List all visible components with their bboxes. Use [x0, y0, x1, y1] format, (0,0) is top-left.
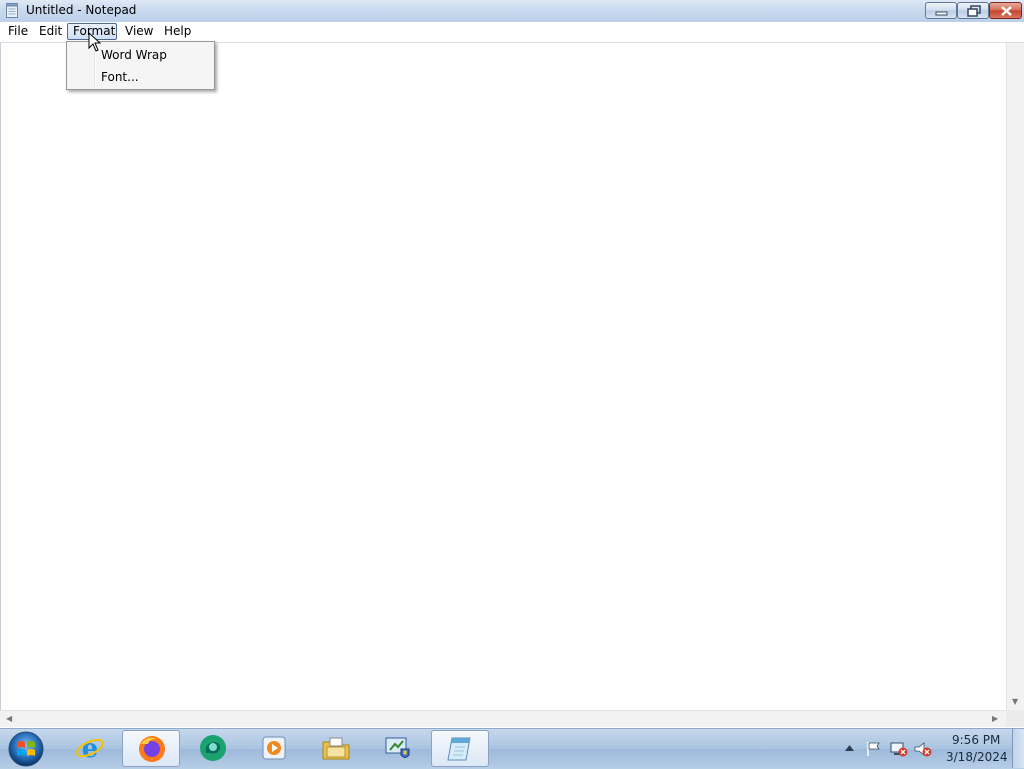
volume-muted-icon[interactable]	[914, 741, 932, 757]
clock-date[interactable]: 3/18/2024	[946, 750, 1008, 764]
taskbar-media-player[interactable]	[245, 730, 303, 767]
menu-help[interactable]: Help	[159, 23, 196, 40]
show-desktop-button[interactable]	[1012, 729, 1024, 768]
network-error-icon[interactable]	[890, 741, 908, 757]
notepad-icon	[447, 737, 471, 761]
show-hidden-icons-arrow[interactable]	[845, 745, 854, 751]
file-explorer-icon	[322, 737, 350, 760]
media-player-icon	[262, 736, 286, 760]
restore-button[interactable]	[957, 2, 989, 19]
taskbar-file-explorer[interactable]	[307, 730, 365, 767]
action-center-flag-icon[interactable]	[866, 741, 882, 757]
scroll-down-arrow-icon[interactable]: ▼	[1012, 697, 1018, 706]
menu-view[interactable]: View	[120, 23, 158, 40]
taskbar-control-panel[interactable]	[369, 730, 427, 767]
clock-time[interactable]: 9:56 PM	[952, 733, 1000, 747]
taskbar-notepad[interactable]	[431, 730, 489, 767]
bing-chat-icon	[200, 735, 226, 761]
taskbar-internet-explorer[interactable]: e	[61, 730, 119, 767]
minimize-button[interactable]	[925, 2, 957, 19]
horizontal-scrollbar[interactable]: ◀ ▶	[0, 710, 1006, 727]
menu-edit[interactable]: Edit	[34, 23, 67, 40]
taskbar-bing-chat[interactable]	[184, 730, 242, 767]
close-icon	[1001, 6, 1012, 16]
scroll-right-arrow-icon[interactable]: ▶	[992, 714, 998, 723]
vertical-scrollbar[interactable]: ▼	[1006, 43, 1024, 710]
control-panel-icon	[385, 737, 410, 758]
menu-bar: File Edit Format View Help	[0, 22, 1024, 43]
firefox-icon	[139, 736, 165, 762]
window-title: Untitled - Notepad	[26, 3, 137, 17]
notepad-app-icon	[6, 3, 18, 18]
minimize-icon	[935, 11, 948, 16]
scrollbar-corner	[1006, 710, 1024, 727]
title-bar[interactable]: Untitled - Notepad	[0, 0, 1024, 23]
scroll-left-arrow-icon[interactable]: ◀	[6, 714, 12, 723]
taskbar-firefox[interactable]	[122, 730, 180, 767]
internet-explorer-icon: e	[76, 734, 104, 763]
windows-start-icon[interactable]	[6, 730, 46, 768]
mouse-pointer-icon	[88, 32, 102, 52]
menu-item-word-wrap[interactable]: Word Wrap	[101, 48, 167, 62]
menu-item-font[interactable]: Font...	[101, 70, 139, 84]
restore-icon	[967, 5, 981, 17]
menu-file[interactable]: File	[3, 23, 33, 40]
svg-text:e: e	[82, 734, 99, 763]
text-editor-area[interactable]	[0, 43, 1006, 710]
close-button[interactable]	[989, 2, 1022, 19]
taskbar: e	[0, 728, 1024, 769]
